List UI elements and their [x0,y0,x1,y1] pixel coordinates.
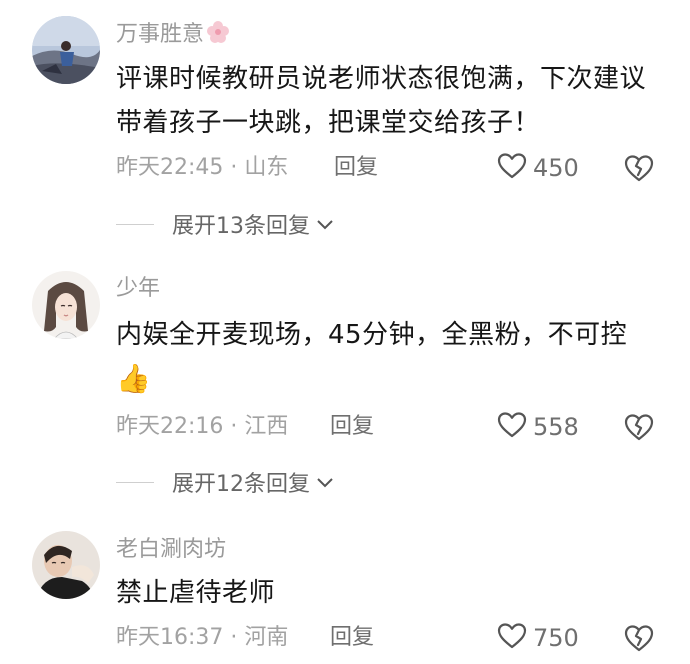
reply-button[interactable]: 回复 [334,153,378,183]
like-count: 558 [533,413,579,441]
broken-heart-icon [623,625,655,657]
meta-separator: · [230,155,238,180]
comment-meta: 昨天22:16 · 江西 [116,412,288,442]
meta-separator: · [230,414,238,439]
comment-text: 禁止虐待老师 [116,578,276,608]
expand-replies[interactable]: 展开12条回复 [116,467,334,497]
reply-button[interactable]: 回复 [330,623,374,653]
comment-text: 评课时候教研员说老师状态很饱满，下次建议带着孩子一块跳，把课堂交给孩子！ [116,64,647,138]
heart-outline-icon [497,622,527,654]
dislike-button[interactable] [623,412,655,442]
timestamp: 昨天16:37 [116,625,224,650]
expand-divider [116,481,154,483]
username[interactable]: 万事胜意 [116,20,230,52]
broken-heart-icon [623,414,655,446]
comment-meta: 昨天22:45 · 山东 [116,153,288,183]
broken-heart-icon [623,155,655,187]
expand-replies[interactable]: 展开13条回复 [116,209,334,239]
like-count: 450 [533,154,579,182]
like-button[interactable]: 558 [497,410,579,444]
comment-text-body: 内娱全开麦现场，45分钟，全黑粉，不可控 [116,320,628,350]
avatar[interactable] [32,271,100,339]
like-button[interactable]: 750 [497,621,579,655]
timestamp: 昨天22:16 [116,414,224,439]
avatar[interactable] [32,531,100,599]
expand-replies-label: 展开12条回复 [172,472,310,497]
username[interactable]: 少年 [116,275,160,303]
thumbs-up-emoji: 👍 [116,362,152,395]
heart-outline-icon [497,152,527,184]
location: 山东 [244,155,289,180]
comment-text: 内娱全开麦现场，45分钟，全黑粉，不可控 👍 [116,313,656,402]
chevron-down-icon [316,215,334,234]
expand-replies-label: 展开13条回复 [172,214,310,239]
comment-meta: 昨天16:37 · 河南 [116,623,288,653]
avatar[interactable] [32,16,100,84]
expand-divider [116,223,154,225]
like-button[interactable]: 450 [497,151,579,185]
username-text: 万事胜意 [116,22,205,47]
dislike-button[interactable] [623,153,655,183]
heart-outline-icon [497,411,527,443]
flower-icon [206,20,230,52]
location: 河南 [244,625,289,650]
timestamp: 昨天22:45 [116,155,224,180]
like-count: 750 [533,624,579,652]
dislike-button[interactable] [623,623,655,653]
reply-button[interactable]: 回复 [330,412,374,442]
username[interactable]: 老白涮肉坊 [116,536,226,564]
chevron-down-icon [316,473,334,492]
location: 江西 [244,414,289,439]
meta-separator: · [230,625,238,650]
